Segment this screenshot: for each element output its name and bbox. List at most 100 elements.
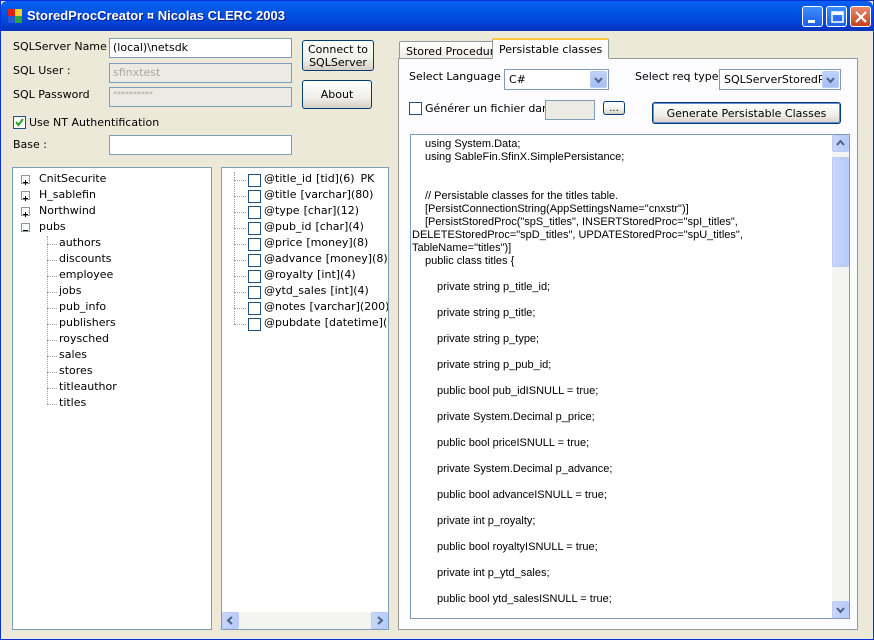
parameter-checkbox[interactable] (248, 206, 261, 219)
parameter-checkbox[interactable] (248, 238, 261, 251)
database-tree[interactable]: CnitSecurite H_sablefin Northwind pubs autho… (12, 167, 212, 630)
code-vscrollbar[interactable] (832, 135, 849, 618)
tree-connector (47, 276, 57, 277)
base-label: Base : (13, 138, 47, 151)
file-path-input[interactable] (545, 100, 595, 120)
code-line: TableName="titles")] (412, 242, 512, 254)
tree-item-table[interactable]: authors (59, 236, 101, 249)
parameter-checkbox[interactable] (248, 190, 261, 203)
nt-auth-checkbox[interactable] (13, 116, 26, 129)
code-line: [PersistConnectionString(AppSettingsName… (425, 203, 689, 215)
close-button[interactable] (850, 6, 871, 27)
parameter-name[interactable]: @pubdate (264, 316, 321, 329)
tree-item-table[interactable]: titleauthor (59, 380, 117, 393)
tree-connector (234, 260, 246, 261)
tree-item-table[interactable]: pub_info (59, 300, 106, 313)
tree-item-database[interactable]: Northwind (39, 204, 96, 217)
minimize-icon (808, 20, 815, 23)
code-line: private System.Decimal p_advance; (437, 463, 613, 475)
tree-connector (234, 292, 246, 293)
parameter-name[interactable]: @title_id (264, 172, 312, 185)
parameter-checkbox[interactable] (248, 286, 261, 299)
parameter-name[interactable]: @royalty (264, 268, 313, 281)
code-line: private string p_title; (437, 307, 536, 319)
connect-button[interactable]: Connect to SQLServer (302, 40, 374, 71)
parameter-name[interactable]: @pub_id (264, 220, 311, 233)
browse-button[interactable]: ... (603, 101, 625, 115)
parameter-checkbox[interactable] (248, 318, 261, 331)
tree-expander-icon[interactable] (21, 207, 30, 217)
title-bar[interactable]: StoredProcCreator ¤ Nicolas CLERC 2003 (1, 1, 873, 31)
scroll-left-button[interactable] (222, 612, 239, 629)
parameter-name[interactable]: @type (264, 204, 300, 217)
sql-user-input[interactable]: sfinxtest (109, 63, 292, 83)
tree-connector (234, 172, 235, 324)
tree-item-table[interactable]: stores (59, 364, 93, 377)
tree-connector (234, 308, 246, 309)
parameter-list-hscrollbar[interactable] (222, 612, 388, 629)
window-title: StoredProcCreator ¤ Nicolas CLERC 2003 (27, 8, 285, 23)
parameter-type: [money](8) (306, 236, 369, 249)
parameter-name[interactable]: @advance (264, 252, 322, 265)
scroll-thumb[interactable] (832, 157, 849, 267)
tree-item-database[interactable]: CnitSecurite (39, 172, 106, 185)
parameter-name[interactable]: @price (264, 236, 302, 249)
scroll-up-button[interactable] (832, 135, 849, 152)
tree-connector (234, 276, 246, 277)
maximize-icon (831, 11, 844, 23)
maximize-button[interactable] (826, 6, 847, 27)
tree-expander-icon[interactable] (21, 191, 30, 201)
code-line: private string p_pub_id; (437, 359, 552, 371)
tree-expander-icon[interactable] (21, 223, 30, 232)
dropdown-arrow-icon[interactable] (822, 71, 839, 88)
code-line: private int p_ytd_sales; (437, 567, 550, 579)
parameter-checkbox[interactable] (248, 302, 261, 315)
generate-file-checkbox[interactable] (409, 102, 422, 115)
parameter-list[interactable]: @title_id [tid](6) PK @title [varchar](80) @t… (221, 167, 389, 630)
tab-persistable-classes[interactable]: Persistable classes (492, 38, 610, 59)
scroll-right-button[interactable] (371, 612, 388, 629)
code-line: [PersistStoredProc("spS_titles", INSERTS… (425, 216, 738, 228)
parameter-checkbox[interactable] (248, 222, 261, 235)
reqtype-select[interactable]: SQLServerStoredPro (719, 69, 841, 90)
parameter-name[interactable]: @notes (264, 300, 306, 313)
tree-item-table[interactable]: titles (59, 396, 86, 409)
code-line: private int p_royalty; (437, 515, 536, 527)
language-select[interactable]: C# (504, 69, 609, 90)
tree-item-table[interactable]: jobs (59, 284, 82, 297)
sql-user-label: SQL User : (13, 64, 71, 77)
parameter-checkbox[interactable] (248, 270, 261, 283)
dropdown-arrow-icon[interactable] (590, 71, 607, 88)
tree-item-table[interactable]: roysched (59, 332, 109, 345)
base-input[interactable] (109, 135, 292, 155)
tree-item-database[interactable]: pubs (39, 220, 66, 233)
tree-item-table[interactable]: employee (59, 268, 113, 281)
code-line: using SableFin.SfinX.SimplePersistance; (425, 151, 625, 163)
sql-password-input[interactable]: ********** (109, 87, 292, 107)
sql-password-label: SQL Password (13, 88, 90, 101)
tree-item-table[interactable]: discounts (59, 252, 112, 265)
parameter-checkbox[interactable] (248, 174, 261, 187)
code-output[interactable]: using System.Data; using SableFin.SfinX.S… (410, 134, 850, 619)
close-icon (855, 11, 867, 23)
parameter-name[interactable]: @title (264, 188, 297, 201)
code-line: private string p_type; (437, 333, 540, 345)
tree-connector (234, 180, 246, 181)
server-name-input[interactable]: (local)\netsdk (109, 38, 292, 58)
tree-item-table[interactable]: sales (59, 348, 87, 361)
tree-connector (234, 228, 246, 229)
generate-classes-button[interactable]: Generate Persistable Classes (652, 102, 841, 124)
minimize-button[interactable] (802, 6, 823, 27)
code-line: // Persistable classes for the titles ta… (425, 190, 619, 202)
tree-connector (234, 212, 246, 213)
tree-connector (47, 260, 57, 261)
scroll-down-button[interactable] (832, 601, 849, 618)
tree-item-table[interactable]: publishers (59, 316, 116, 329)
parameter-name[interactable]: @ytd_sales (264, 284, 326, 297)
tree-item-database[interactable]: H_sablefin (39, 188, 96, 201)
parameter-checkbox[interactable] (248, 254, 261, 267)
server-name-label: SQLServer Name : (13, 40, 114, 53)
about-button[interactable]: About (302, 80, 372, 109)
tree-expander-icon[interactable] (21, 175, 30, 185)
parameter-type: [datetime](8) (324, 316, 388, 329)
